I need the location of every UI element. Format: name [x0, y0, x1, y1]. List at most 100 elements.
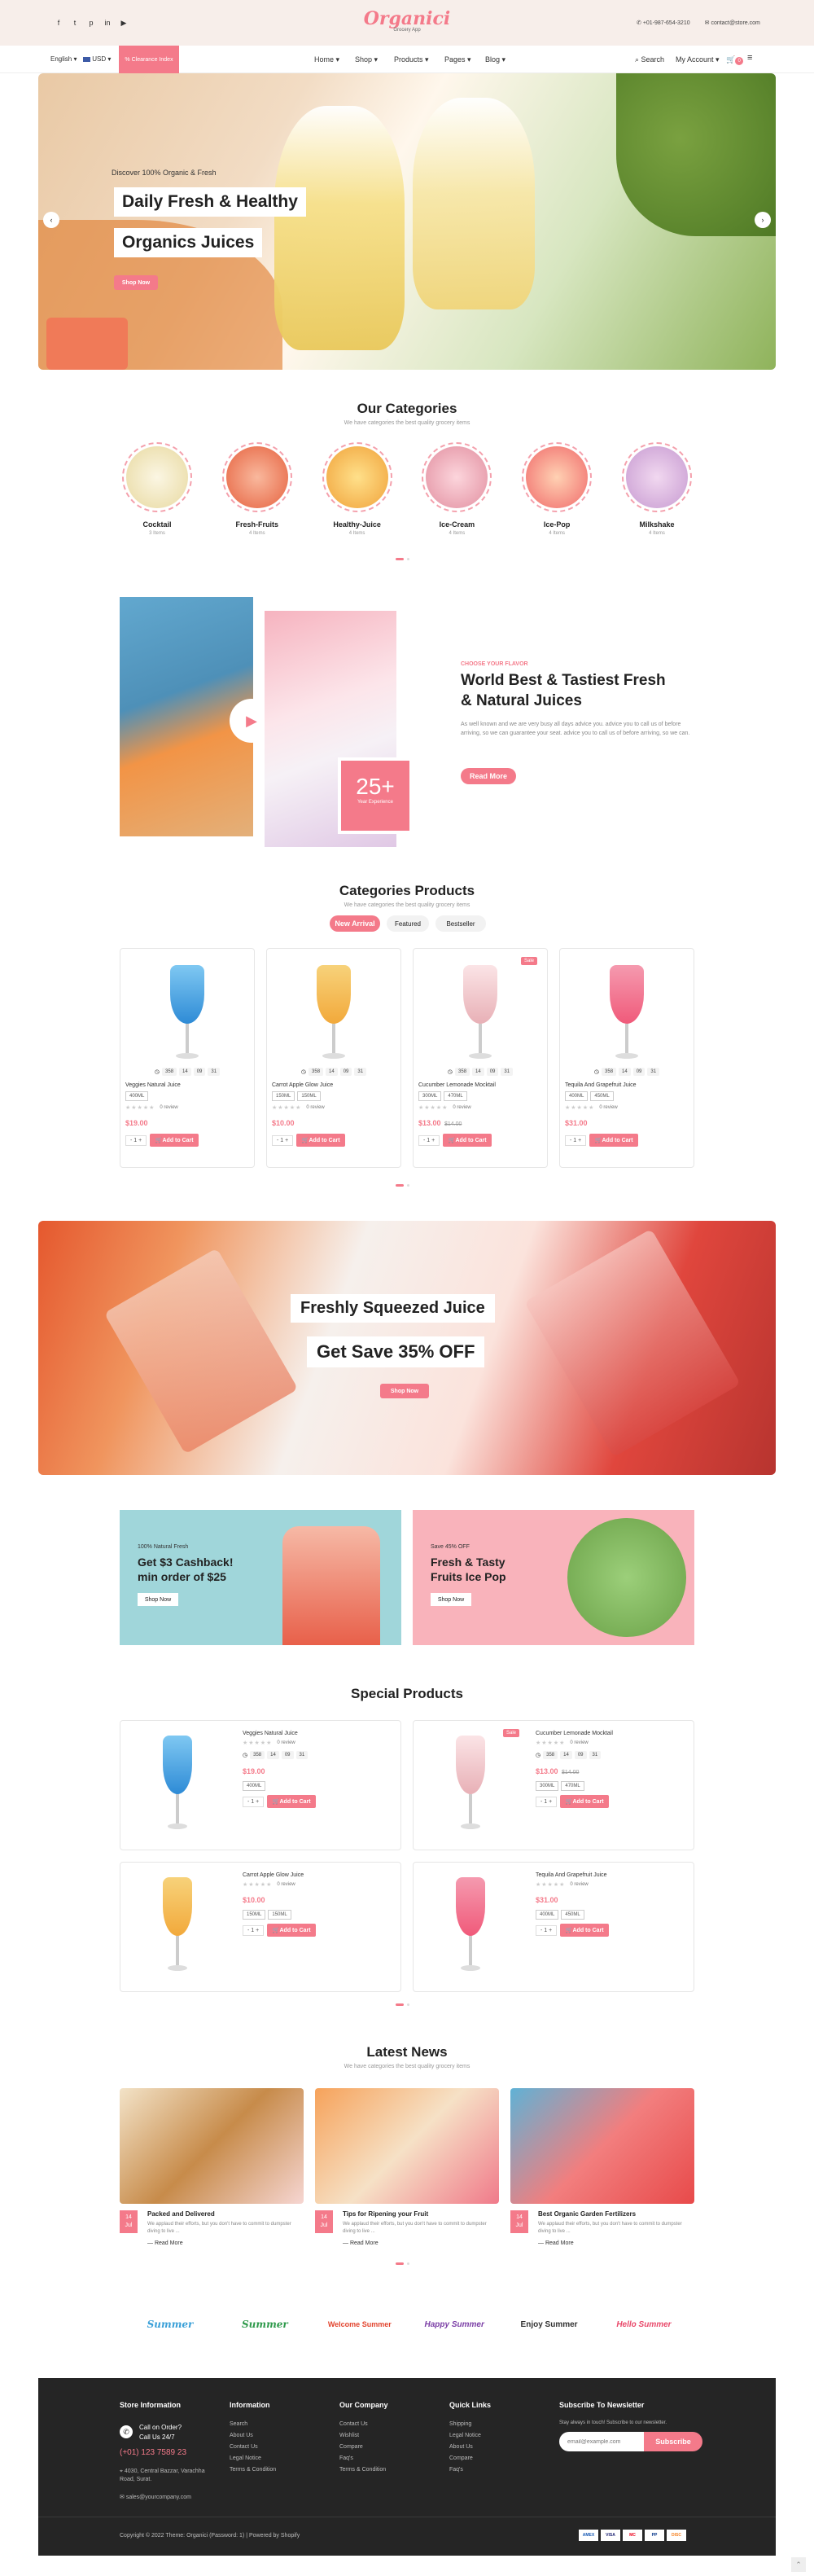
add-to-cart-button[interactable]: 🛒 Add to Cart [560, 1924, 610, 1937]
footer-phone[interactable]: (+01) 123 7589 23 [120, 2448, 186, 2457]
youtube-icon[interactable]: ▶ [119, 18, 129, 28]
tab-bestseller[interactable]: Bestseller [435, 915, 486, 932]
size-option[interactable]: 150ML [272, 1091, 295, 1101]
about-read-more-button[interactable]: Read More [461, 768, 516, 784]
footer-link[interactable]: Terms & Condition [230, 2464, 276, 2476]
product-card[interactable]: ◷ 358 14 09 31 Carrot Apple Glow Juice 150ML 15… [266, 948, 401, 1168]
offer-shop-button[interactable]: Shop Now [431, 1593, 471, 1606]
nav-blog[interactable]: Blog ▾ [485, 55, 505, 64]
category-item[interactable]: Ice-Pop 4 Items [522, 442, 593, 536]
footer-link[interactable]: Terms & Condition [339, 2464, 386, 2476]
size-option[interactable]: 150ML [297, 1091, 321, 1101]
special-product-card[interactable]: Sale Cucumber Lemonade Mocktail ★★★★★ 0 rev… [413, 1720, 694, 1850]
quantity-stepper[interactable]: - 1 + [125, 1134, 147, 1146]
news-card[interactable]: 14 Jul Best Organic Garden Fertilizers We a… [510, 2088, 694, 2251]
footer-link[interactable]: About Us [449, 2442, 481, 2453]
offer-card-cashback[interactable]: 100% Natural Fresh Get $3 Cashback! min … [120, 1510, 401, 1645]
footer-link[interactable]: Legal Notice [449, 2430, 481, 2442]
clearance-button[interactable]: % Clearance Index [119, 46, 179, 73]
news-read-more[interactable]: — Read More [147, 2240, 302, 2246]
hero-shop-button[interactable]: Shop Now [114, 275, 158, 290]
category-item[interactable]: Fresh-Fruits 4 Items [221, 442, 292, 536]
brand-logo[interactable]: Summer [138, 2305, 202, 2344]
quantity-stepper[interactable]: - 1 + [243, 1796, 265, 1807]
product-name[interactable]: Tequila And Grapefruit Juice [565, 1082, 689, 1088]
quantity-stepper[interactable]: - 1 + [243, 1924, 265, 1936]
news-title[interactable]: Packed and Delivered [147, 2210, 302, 2218]
product-name[interactable]: Carrot Apple Glow Juice [243, 1872, 389, 1878]
size-option[interactable]: 470ML [444, 1091, 467, 1101]
footer-link[interactable]: Compare [449, 2453, 481, 2464]
phone-contact[interactable]: ✆ +01-987-654-3210 [637, 20, 690, 26]
footer-link[interactable]: Shipping [449, 2419, 481, 2430]
footer-link[interactable]: Contact Us [339, 2419, 386, 2430]
pinterest-icon[interactable]: p [86, 18, 96, 28]
news-title[interactable]: Best Organic Garden Fertilizers [538, 2210, 693, 2218]
cart-link[interactable]: 🛒 0 [726, 55, 744, 65]
category-item[interactable]: Cocktail 3 Items [122, 442, 192, 536]
categories-pagination[interactable] [396, 558, 409, 560]
nav-pages[interactable]: Pages ▾ [444, 55, 471, 64]
quantity-stepper[interactable]: - 1 + [418, 1134, 440, 1146]
special-pagination[interactable] [396, 2003, 409, 2006]
product-name[interactable]: Carrot Apple Glow Juice [272, 1082, 396, 1088]
special-product-card[interactable]: Veggies Natural Juice ★★★★★ 0 review ◷ 358 14… [120, 1720, 401, 1850]
currency-select[interactable]: USD ▾ [83, 55, 111, 63]
footer-link[interactable]: Faq's [339, 2453, 386, 2464]
logo[interactable]: Organici Grocery App [342, 8, 472, 33]
twitter-icon[interactable]: t [70, 18, 80, 28]
special-product-card[interactable]: Carrot Apple Glow Juice ★★★★★ 0 review $10.… [120, 1862, 401, 1992]
news-pagination[interactable] [396, 2262, 409, 2265]
quantity-stepper[interactable]: - 1 + [536, 1924, 558, 1936]
footer-link[interactable]: Legal Notice [230, 2453, 276, 2464]
product-card[interactable]: ◷ 358 14 09 31 Veggies Natural Juice 400ML ★★★★… [120, 948, 255, 1168]
email-contact[interactable]: ✉ contact@store.com [705, 20, 760, 26]
category-item[interactable]: Ice-Cream 4 Items [422, 442, 492, 536]
size-option[interactable]: 400ML [243, 1781, 266, 1791]
size-option[interactable]: 470ML [561, 1781, 584, 1791]
size-option[interactable]: 150ML [268, 1910, 291, 1920]
product-card[interactable]: ◷ 358 14 09 31 Tequila And Grapefruit Juice 40… [559, 948, 694, 1168]
footer-link[interactable]: Compare [339, 2442, 386, 2453]
footer-email[interactable]: ✉ sales@yourcompany.com [120, 2494, 191, 2500]
quantity-stepper[interactable]: - 1 + [272, 1134, 294, 1146]
linkedin-icon[interactable]: in [103, 18, 112, 28]
size-option[interactable]: 150ML [243, 1910, 266, 1920]
news-read-more[interactable]: — Read More [538, 2240, 693, 2246]
newsletter-email-input[interactable] [559, 2432, 644, 2451]
special-product-card[interactable]: Tequila And Grapefruit Juice ★★★★★ 0 revie… [413, 1862, 694, 1992]
hero-prev-arrow[interactable]: ‹ [43, 212, 59, 228]
hero-next-arrow[interactable]: › [755, 212, 771, 228]
scroll-top-button[interactable]: ⌃ [791, 2557, 806, 2572]
quantity-stepper[interactable]: - 1 + [536, 1796, 558, 1807]
size-option[interactable]: 300ML [418, 1091, 442, 1101]
add-to-cart-button[interactable]: 🛒 Add to Cart [443, 1134, 492, 1147]
tab-featured[interactable]: Featured [387, 915, 429, 932]
newsletter-subscribe-button[interactable]: Subscribe [644, 2432, 702, 2451]
product-name[interactable]: Cucumber Lemonade Mocktail [418, 1082, 542, 1088]
product-name[interactable]: Veggies Natural Juice [125, 1082, 249, 1088]
size-option[interactable]: 400ML [536, 1910, 559, 1920]
add-to-cart-button[interactable]: 🛒 Add to Cart [589, 1134, 639, 1147]
quantity-stepper[interactable]: - 1 + [565, 1134, 587, 1146]
products-pagination[interactable] [396, 1184, 409, 1187]
facebook-icon[interactable]: f [54, 18, 63, 28]
news-read-more[interactable]: — Read More [343, 2240, 497, 2246]
category-item[interactable]: Milkshake 4 Items [621, 442, 692, 536]
add-to-cart-button[interactable]: 🛒 Add to Cart [150, 1134, 199, 1147]
news-title[interactable]: Tips for Ripening your Fruit [343, 2210, 497, 2218]
brand-logo[interactable]: Happy Summer [422, 2305, 486, 2344]
footer-link[interactable]: Wishlist [339, 2430, 386, 2442]
brand-logo[interactable]: Summer [233, 2305, 296, 2344]
tab-new-arrival[interactable]: New Arrival [330, 915, 380, 932]
offer-shop-button[interactable]: Shop Now [138, 1593, 178, 1606]
nav-products[interactable]: Products ▾ [394, 55, 429, 64]
footer-link[interactable]: Contact Us [230, 2442, 276, 2453]
add-to-cart-button[interactable]: 🛒 Add to Cart [267, 1924, 317, 1937]
nav-home[interactable]: Home ▾ [314, 55, 339, 64]
footer-link[interactable]: Search [230, 2419, 276, 2430]
size-option[interactable]: 450ML [561, 1910, 584, 1920]
news-card[interactable]: 14 Jul Packed and Delivered We applaud thei… [120, 2088, 304, 2251]
nav-shop[interactable]: Shop ▾ [355, 55, 378, 64]
product-name[interactable]: Tequila And Grapefruit Juice [536, 1872, 682, 1878]
